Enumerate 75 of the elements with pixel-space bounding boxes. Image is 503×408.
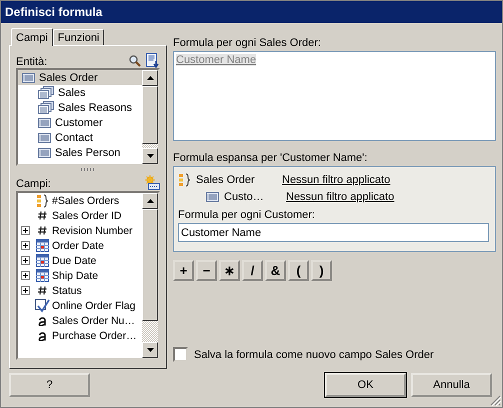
entities-label: Entità: bbox=[16, 56, 48, 68]
field-item[interactable]: Sales Order Nu… bbox=[18, 313, 142, 328]
scrollbar[interactable] bbox=[142, 193, 158, 358]
field-item[interactable]: Revision Number bbox=[18, 223, 142, 238]
entity-name: Sales Order bbox=[196, 174, 255, 186]
letter-a-icon bbox=[38, 316, 47, 326]
cancel-button[interactable]: Annulla bbox=[411, 373, 492, 397]
up-arrow-icon[interactable] bbox=[146, 199, 154, 203]
operator-button[interactable]: ∗ bbox=[219, 260, 240, 281]
expand-icon[interactable] bbox=[21, 226, 30, 235]
stacked-tables-icon bbox=[38, 101, 54, 114]
table-icon bbox=[38, 132, 51, 142]
inner-formula-label: Formula per ogni Customer: bbox=[178, 209, 316, 221]
inner-formula-field[interactable]: Customer Name bbox=[178, 223, 489, 242]
entity-name: Custo… bbox=[224, 190, 264, 202]
entity-item[interactable]: Sales bbox=[18, 85, 142, 100]
field-item[interactable]: Status bbox=[18, 283, 142, 298]
stacked-tables-icon bbox=[38, 86, 54, 99]
calendar-icon bbox=[36, 269, 49, 282]
operator-button[interactable]: & bbox=[265, 260, 286, 281]
aggregate-icon bbox=[178, 172, 191, 186]
field-item[interactable]: Purchase Order… bbox=[18, 328, 142, 343]
hash-icon bbox=[38, 286, 47, 295]
expanded-formula-label: Formula espansa per 'Customer Name': bbox=[173, 152, 368, 164]
calendar-icon bbox=[36, 239, 49, 252]
resize-grip-icon[interactable] bbox=[490, 395, 501, 406]
formula-label: Formula per ogni Sales Order: bbox=[173, 37, 322, 49]
letter-a-icon bbox=[38, 330, 47, 340]
hash-icon bbox=[38, 226, 47, 235]
tab[interactable]: Funzioni bbox=[52, 29, 104, 45]
window-title: Definisci formula bbox=[5, 5, 102, 19]
expand-icon[interactable] bbox=[21, 241, 30, 250]
field-item[interactable]: Online Order Flag bbox=[18, 298, 142, 313]
checkmark-box-icon bbox=[35, 298, 50, 312]
search-icon[interactable] bbox=[129, 54, 141, 66]
splitter-grip[interactable] bbox=[81, 168, 95, 171]
entity-item[interactable]: Contact bbox=[18, 130, 142, 145]
checkbox-label: Salva la formula come nuovo campo Sales Order bbox=[194, 348, 434, 360]
table-icon bbox=[22, 72, 35, 82]
field-item[interactable]: #Sales Orders bbox=[18, 193, 142, 208]
down-arrow-icon[interactable] bbox=[146, 348, 154, 352]
field-item[interactable]: Due Date bbox=[18, 253, 142, 268]
operator-button[interactable]: + bbox=[173, 260, 194, 281]
help-button[interactable]: ? bbox=[9, 373, 90, 397]
table-icon bbox=[38, 148, 51, 158]
table-icon bbox=[38, 118, 51, 128]
entity-item[interactable]: Customer bbox=[18, 115, 142, 130]
filter-link[interactable]: Nessun filtro applicato bbox=[286, 190, 394, 202]
operator-button[interactable]: / bbox=[242, 260, 263, 281]
up-arrow-icon[interactable] bbox=[146, 76, 154, 80]
new-field-icon[interactable] bbox=[145, 175, 160, 190]
field-item[interactable]: Ship Date bbox=[18, 268, 142, 283]
expand-icon[interactable] bbox=[21, 286, 30, 295]
field-item[interactable]: Order Date bbox=[18, 238, 142, 253]
formula-token: Customer Name bbox=[176, 54, 256, 66]
expand-icon[interactable] bbox=[21, 271, 30, 280]
operator-button[interactable]: ) bbox=[311, 260, 332, 281]
fields-label: Campi: bbox=[16, 178, 51, 190]
table-icon bbox=[206, 192, 219, 202]
hash-icon bbox=[38, 211, 47, 220]
filter-link[interactable]: Nessun filtro applicato bbox=[282, 174, 390, 186]
field-item[interactable]: Sales Order ID bbox=[18, 208, 142, 223]
tab[interactable]: Campi bbox=[11, 28, 53, 46]
operator-button[interactable]: ( bbox=[288, 260, 309, 281]
entity-item[interactable]: Sales Person bbox=[18, 145, 142, 160]
calendar-icon bbox=[36, 254, 49, 267]
down-arrow-icon[interactable] bbox=[146, 154, 154, 158]
operator-button[interactable]: − bbox=[196, 260, 217, 281]
entity-item[interactable]: Sales Order bbox=[18, 70, 142, 85]
aggregate-icon bbox=[36, 194, 49, 208]
scrollbar[interactable] bbox=[142, 70, 158, 164]
ok-button[interactable]: OK bbox=[325, 373, 406, 397]
checkbox[interactable] bbox=[173, 347, 188, 362]
expand-icon[interactable] bbox=[21, 256, 30, 265]
entity-item[interactable]: Sales Reasons bbox=[18, 100, 142, 115]
